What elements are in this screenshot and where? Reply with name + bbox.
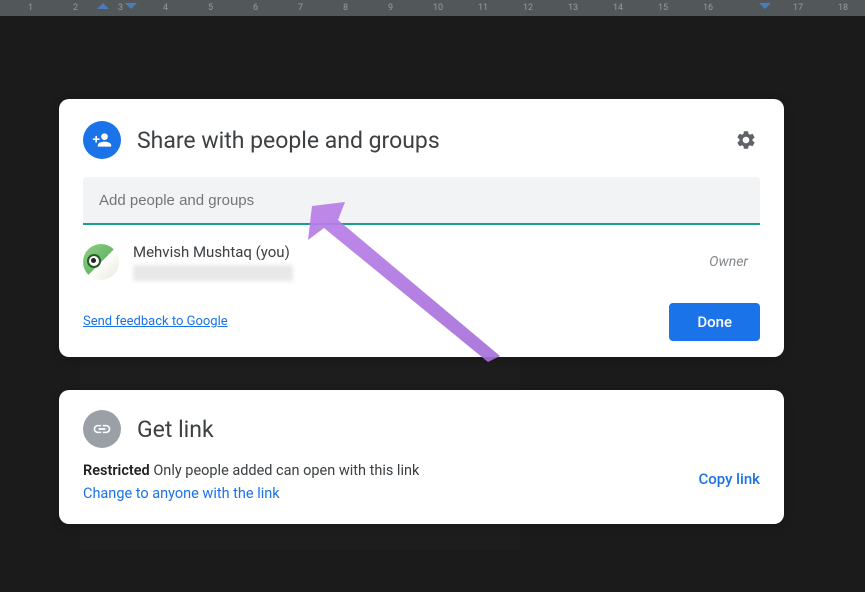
indent-marker-right-icon — [758, 3, 772, 13]
indent-marker-left-icon — [96, 3, 110, 13]
gear-icon — [735, 129, 757, 151]
person-email-redacted — [133, 265, 293, 281]
restricted-label: Restricted — [83, 462, 150, 479]
copy-link-button[interactable]: Copy link — [698, 462, 760, 488]
change-access-link[interactable]: Change to anyone with the link — [83, 485, 419, 502]
ruler: 1 2 3 4 5 6 7 8 9 10 11 12 13 14 15 16 1… — [0, 0, 865, 16]
avatar — [83, 244, 119, 280]
done-button[interactable]: Done — [669, 303, 760, 341]
get-link-title: Get link — [137, 416, 214, 443]
feedback-link[interactable]: Send feedback to Google — [83, 314, 228, 329]
indent-marker-icon — [124, 3, 138, 13]
person-add-icon — [83, 121, 121, 159]
person-row: Mehvish Mushtaq (you) Owner — [59, 225, 784, 289]
share-dialog: Share with people and groups Mehvish Mus… — [59, 99, 784, 357]
get-link-card: Get link Restricted Only people added ca… — [59, 390, 784, 524]
settings-button[interactable] — [732, 126, 760, 154]
person-role: Owner — [709, 254, 760, 270]
person-name: Mehvish Mushtaq (you) — [133, 243, 709, 263]
add-people-input[interactable] — [83, 177, 760, 225]
share-title: Share with people and groups — [137, 127, 732, 154]
restriction-text: Restricted Only people added can open wi… — [83, 462, 419, 479]
link-icon — [83, 410, 121, 448]
